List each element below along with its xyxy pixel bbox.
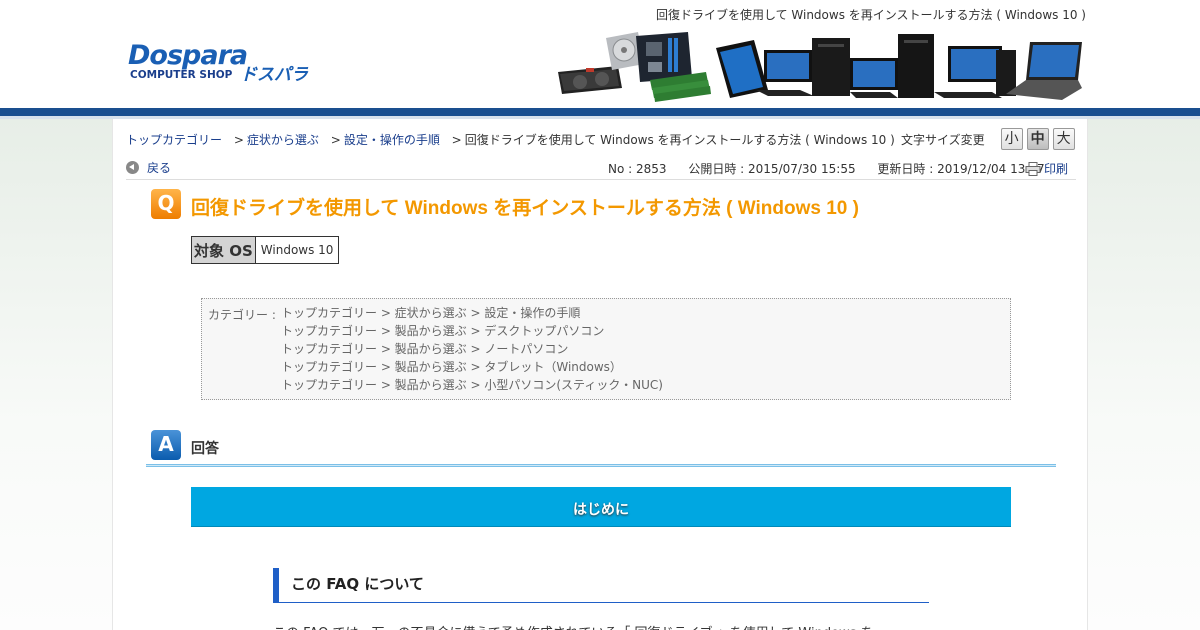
breadcrumb-separator: > <box>330 133 341 147</box>
category-item[interactable]: トップカテゴリー > 症状から選ぶ > 設定・操作の手順 <box>281 306 663 324</box>
back-arrow-icon <box>126 161 139 174</box>
header-bar <box>0 108 1200 116</box>
logo-kana-text: ドスパラ <box>240 65 309 84</box>
product-lineup-image <box>556 28 1088 104</box>
print-link[interactable]: 印刷 <box>1025 160 1068 177</box>
breadcrumb-item-symptom[interactable]: 症状から選ぶ <box>247 133 319 147</box>
updated-date: 更新日時 : 2019/12/04 13:07 <box>877 162 1045 176</box>
desktop-pc-icon-1 <box>756 38 850 96</box>
category-box: カテゴリー : トップカテゴリー > 症状から選ぶ > 設定・操作の手順 トップ… <box>201 298 1011 400</box>
answer-label: 回答 <box>191 441 219 457</box>
font-size-label: 文字サイズ変更 <box>901 132 985 147</box>
breadcrumb-separator: > <box>451 133 462 147</box>
question-title: 回復ドライブを使用して Windows を再インストールする方法 ( Windo… <box>191 198 859 219</box>
target-os-value: Windows 10 <box>254 236 340 264</box>
breadcrumb-separator: > <box>233 133 244 147</box>
back-label: 戻る <box>147 161 172 175</box>
category-item[interactable]: トップカテゴリー > 製品から選ぶ > ノートパソコン <box>281 342 663 360</box>
category-list: トップカテゴリー > 症状から選ぶ > 設定・操作の手順 トップカテゴリー > … <box>281 306 663 396</box>
category-item[interactable]: トップカテゴリー > 製品から選ぶ > タブレット（Windows） <box>281 360 663 378</box>
side-background-right <box>1088 119 1200 630</box>
category-item[interactable]: トップカテゴリー > 製品から選ぶ > デスクトップパソコン <box>281 324 663 342</box>
breadcrumb-item-top[interactable]: トップカテゴリー <box>126 133 222 147</box>
tablet-icon <box>716 40 768 98</box>
site-header: 回復ドライブを使用して Windows を再インストールする方法 ( Windo… <box>0 0 1200 108</box>
target-os-table: 対象 OS Windows 10 <box>191 236 340 264</box>
back-link[interactable]: 戻る <box>126 159 171 176</box>
motherboard-icon <box>636 32 692 82</box>
tower-pc-icon <box>850 34 934 98</box>
article-number: No : 2853 <box>608 162 667 176</box>
font-size-small-button[interactable]: 小 <box>1000 128 1023 150</box>
breadcrumb-current: 回復ドライブを使用して Windows を再インストールする方法 ( Windo… <box>464 133 895 147</box>
logo-main-text: Dospara <box>128 40 247 71</box>
printer-icon <box>1025 161 1041 176</box>
laptop-icon <box>1006 42 1082 100</box>
font-size-large-button[interactable]: 大 <box>1052 128 1075 150</box>
faq-heading: この FAQ について <box>273 568 929 603</box>
category-item[interactable]: トップカテゴリー > 製品から選ぶ > 小型パソコン(スティック・NUC) <box>281 378 663 396</box>
divider <box>126 179 1076 180</box>
graphics-card-icon <box>558 66 622 94</box>
print-label: 印刷 <box>1044 162 1069 176</box>
answer-divider <box>146 464 1056 467</box>
category-label: カテゴリー : <box>208 308 276 322</box>
target-os-label: 対象 OS <box>191 236 256 264</box>
answer-icon: A <box>151 430 181 460</box>
font-size-control: 文字サイズ変更 小 中 大 <box>901 128 1075 150</box>
header-page-title: 回復ドライブを使用して Windows を再インストールする方法 ( Windo… <box>655 8 1086 22</box>
breadcrumb: トップカテゴリー > 症状から選ぶ > 設定・操作の手順 > 回復ドライブを使用して … <box>126 131 895 148</box>
dospara-logo[interactable]: Dospara COMPUTER SHOP ドスパラ <box>128 40 332 84</box>
logo-sub-text: COMPUTER SHOP <box>130 69 233 81</box>
question-icon: Q <box>151 189 181 219</box>
main-content: トップカテゴリー > 症状から選ぶ > 設定・操作の手順 > 回復ドライブを使用して … <box>112 119 1088 630</box>
answer-body-text: この FAQ では、万一の不具合に備えて予め作成されている「 回復ドライブ 」を… <box>273 622 933 630</box>
article-meta: No : 2853 公開日時 : 2015/07/30 15:55 更新日時 :… <box>608 160 1063 177</box>
desktop-pc-icon-2 <box>934 46 1016 98</box>
breadcrumb-item-settings[interactable]: 設定・操作の手順 <box>344 133 440 147</box>
side-background-left <box>0 119 112 630</box>
published-date: 公開日時 : 2015/07/30 15:55 <box>688 162 856 176</box>
font-size-medium-button[interactable]: 中 <box>1026 128 1049 150</box>
intro-banner: はじめに <box>191 487 1011 527</box>
